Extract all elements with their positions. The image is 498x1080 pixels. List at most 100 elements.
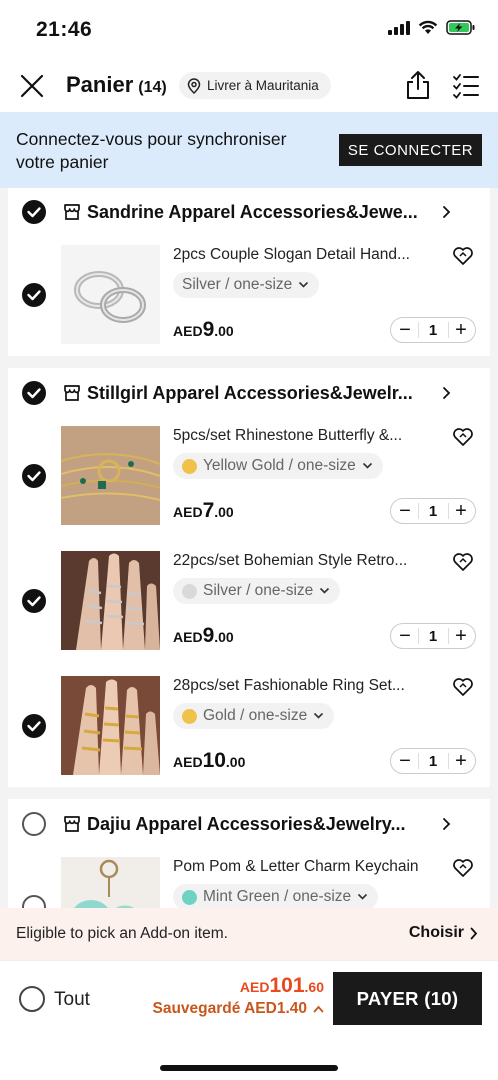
item-checkbox[interactable] [22,464,46,488]
variant-selector[interactable]: Gold / one-size [173,703,335,729]
decrease-button[interactable]: − [397,751,413,771]
price-currency: AED [173,323,203,339]
variant-selector[interactable]: Mint Green / one-size [173,884,379,908]
wishlist-icon[interactable] [452,676,474,698]
total-integer: 101 [269,974,305,997]
item-checkbox[interactable] [22,714,46,738]
store-card: Stillgirl Apparel Accessories&Jewelr... … [8,368,490,787]
page-title-wrap: Panier (14) [66,72,167,98]
item-title[interactable]: 2pcs Couple Slogan Detail Hand... [173,246,438,264]
item-price: AED7.00 [173,499,234,523]
stepper-divider [448,628,449,644]
pay-button[interactable]: PAYER (10) [333,972,482,1025]
location-pin-icon [187,77,201,94]
item-title[interactable]: Pom Pom & Letter Charm Keychain [173,858,438,876]
chevron-down-icon [358,893,368,900]
wishlist-icon[interactable] [452,551,474,573]
store-checkbox[interactable] [22,381,46,405]
store-header[interactable]: Stillgirl Apparel Accessories&Jewelr... [8,368,490,416]
stepper-divider [418,503,419,519]
status-bar: 21:46 [0,0,498,60]
store-header[interactable]: Sandrine Apparel Accessories&Jewe... [8,188,490,236]
checklist-icon[interactable] [452,72,480,100]
increase-button[interactable]: + [453,626,469,646]
item-price: AED10.00 [173,749,245,773]
wishlist-icon[interactable] [452,857,474,879]
item-price: AED9.00 [173,624,234,648]
variant-selector[interactable]: Yellow Gold / one-size [173,453,383,479]
addon-text: Eligible to pick an Add-on item. [16,925,228,942]
variant-selector[interactable]: Silver / one-size [173,272,320,298]
stepper-divider [418,753,419,769]
ship-to-label: Livrer à Mauritania [207,78,319,93]
close-icon[interactable] [18,72,46,100]
select-all-label[interactable]: Tout [54,989,90,1011]
product-image-gold-ring-set[interactable] [61,676,160,775]
total-decimal: .60 [304,979,324,995]
item-title[interactable]: 22pcs/set Bohemian Style Retro... [173,552,438,570]
item-checkbox[interactable] [22,283,46,307]
quantity-stepper: − 1 + [390,498,476,524]
increase-button[interactable]: + [453,751,469,771]
select-all-checkbox[interactable] [19,986,45,1012]
variant-label: Silver / one-size [203,582,314,599]
quantity-stepper: − 1 + [390,623,476,649]
store-icon [64,816,80,832]
product-image-bohemian-rings[interactable] [61,551,160,650]
store-name[interactable]: Sandrine Apparel Accessories&Jewe... [87,202,418,223]
price-decimal: .00 [214,323,234,339]
chevron-right-icon[interactable] [442,817,452,831]
checkmark-icon [27,207,41,218]
home-indicator[interactable] [160,1065,338,1071]
price-currency: AED [173,754,203,770]
quantity-value[interactable]: 1 [429,628,437,645]
store-name[interactable]: Stillgirl Apparel Accessories&Jewelr... [87,383,413,404]
cart-list[interactable]: Sandrine Apparel Accessories&Jewe... 2pc… [0,188,498,908]
cart-item: 5pcs/set Rhinestone Butterfly &... Yello… [8,426,490,536]
cellular-signal-icon [388,20,410,35]
savings-toggle[interactable]: Sauvegardé AED1.40 [152,1000,324,1018]
decrease-button[interactable]: − [397,320,413,340]
page-title: Panier [66,72,134,97]
price-currency: AED [173,504,203,520]
decrease-button[interactable]: − [397,501,413,521]
quantity-value[interactable]: 1 [429,753,437,770]
chevron-right-icon[interactable] [442,386,452,400]
store-checkbox[interactable] [22,812,46,836]
total-currency: AED [239,979,270,995]
product-image-butterfly-bracelets[interactable] [61,426,160,525]
quantity-value[interactable]: 1 [429,503,437,520]
price-decimal: .00 [225,754,246,770]
addon-choose-link[interactable]: Choisir [409,924,478,942]
store-checkbox[interactable] [22,200,46,224]
battery-charging-icon [446,20,475,35]
store-header[interactable]: Dajiu Apparel Accessories&Jewelry... [8,799,490,847]
product-image-keychain[interactable] [61,857,160,908]
variant-selector[interactable]: Silver / one-size [173,578,341,604]
price-decimal: .00 [214,629,234,645]
stepper-divider [448,753,449,769]
wishlist-icon[interactable] [452,426,474,448]
item-checkbox[interactable] [22,589,46,613]
login-button[interactable]: SE CONNECTER [339,134,482,166]
item-title[interactable]: 28pcs/set Fashionable Ring Set... [173,677,438,695]
addon-bar: Eligible to pick an Add-on item. Choisir [0,908,498,960]
item-price: AED9.00 [173,318,234,342]
increase-button[interactable]: + [453,501,469,521]
item-checkbox[interactable] [22,895,46,908]
cart-item: 28pcs/set Fashionable Ring Set... Gold /… [8,676,490,786]
chevron-down-icon [320,587,330,594]
share-icon[interactable] [404,70,432,100]
login-banner: Connectez-vous pour synchroniser votre p… [0,112,498,188]
product-image-couple-rings[interactable] [61,245,160,344]
chevron-right-icon[interactable] [442,205,452,219]
wishlist-icon[interactable] [452,245,474,267]
ship-to-selector[interactable]: Livrer à Mauritania [179,72,331,99]
increase-button[interactable]: + [453,320,469,340]
checkmark-icon [27,721,41,732]
decrease-button[interactable]: − [397,626,413,646]
store-name[interactable]: Dajiu Apparel Accessories&Jewelry... [87,814,405,835]
color-swatch [182,889,197,905]
quantity-value[interactable]: 1 [429,322,437,339]
item-title[interactable]: 5pcs/set Rhinestone Butterfly &... [173,427,438,445]
